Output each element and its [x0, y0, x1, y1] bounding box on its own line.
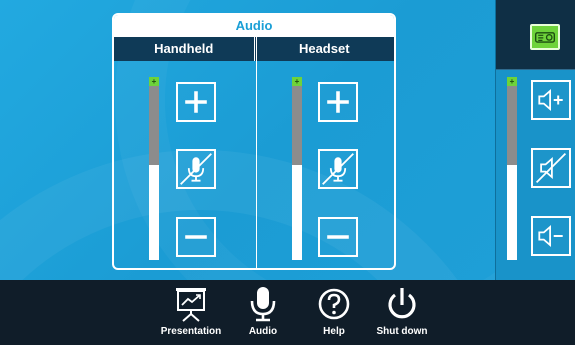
speaker-mute-icon [535, 152, 567, 184]
audio-panel-title: Audio [114, 15, 394, 37]
projector-icon [535, 32, 555, 43]
nav-presentation-label: Presentation [160, 326, 222, 337]
nav-audio[interactable]: Audio [243, 286, 283, 337]
headset-level-meter: + [292, 77, 302, 260]
handheld-level-fill [149, 164, 159, 260]
power-icon [385, 286, 419, 322]
nav-audio-label: Audio [248, 326, 278, 337]
speaker-minus-icon [538, 225, 563, 247]
room-level-meter: + [507, 77, 517, 260]
headset-level-cap: + [292, 77, 302, 86]
microphone-icon [246, 286, 280, 322]
nav-help-label: Help [323, 326, 345, 337]
headset-volume-up-button[interactable] [318, 82, 358, 122]
bottom-nav-bar: Presentation Audio Help Shut down [0, 280, 575, 345]
room-level-fill [507, 164, 517, 260]
projector-button[interactable] [530, 24, 560, 50]
mic-mute-icon [322, 153, 354, 185]
room-volume-panel: + [495, 0, 575, 280]
headset-volume-down-button[interactable] [318, 217, 358, 257]
plus-icon [185, 91, 207, 113]
handheld-level-meter: + [149, 77, 159, 260]
handheld-mute-button[interactable] [176, 149, 216, 189]
nav-shut-down-label: Shut down [376, 326, 428, 337]
room-mute-button[interactable] [531, 148, 571, 188]
room-level-cap: + [507, 77, 517, 86]
plus-icon [327, 91, 349, 113]
display-panel [496, 0, 575, 70]
channel-header-headset: Headset [253, 37, 394, 61]
minus-icon [327, 235, 349, 239]
channel-header-handheld: Handheld [114, 37, 254, 61]
room-volume-down-button[interactable] [531, 216, 571, 256]
presentation-icon [174, 286, 208, 322]
nav-help[interactable]: Help [314, 286, 354, 337]
speaker-plus-icon [538, 89, 563, 111]
help-icon [317, 286, 351, 322]
minus-icon [185, 235, 207, 239]
channel-headers: Handheld Headset [114, 37, 394, 61]
handheld-volume-up-button[interactable] [176, 82, 216, 122]
mic-mute-icon [180, 153, 212, 185]
headset-mute-button[interactable] [318, 149, 358, 189]
nav-presentation[interactable]: Presentation [156, 286, 226, 337]
room-volume-up-button[interactable] [531, 80, 571, 120]
nav-shut-down[interactable]: Shut down [371, 286, 433, 337]
handheld-level-cap: + [149, 77, 159, 86]
headset-level-fill [292, 164, 302, 260]
audio-panel: Audio Handheld Headset + + [112, 13, 396, 270]
handheld-volume-down-button[interactable] [176, 217, 216, 257]
channel-divider [256, 37, 257, 268]
